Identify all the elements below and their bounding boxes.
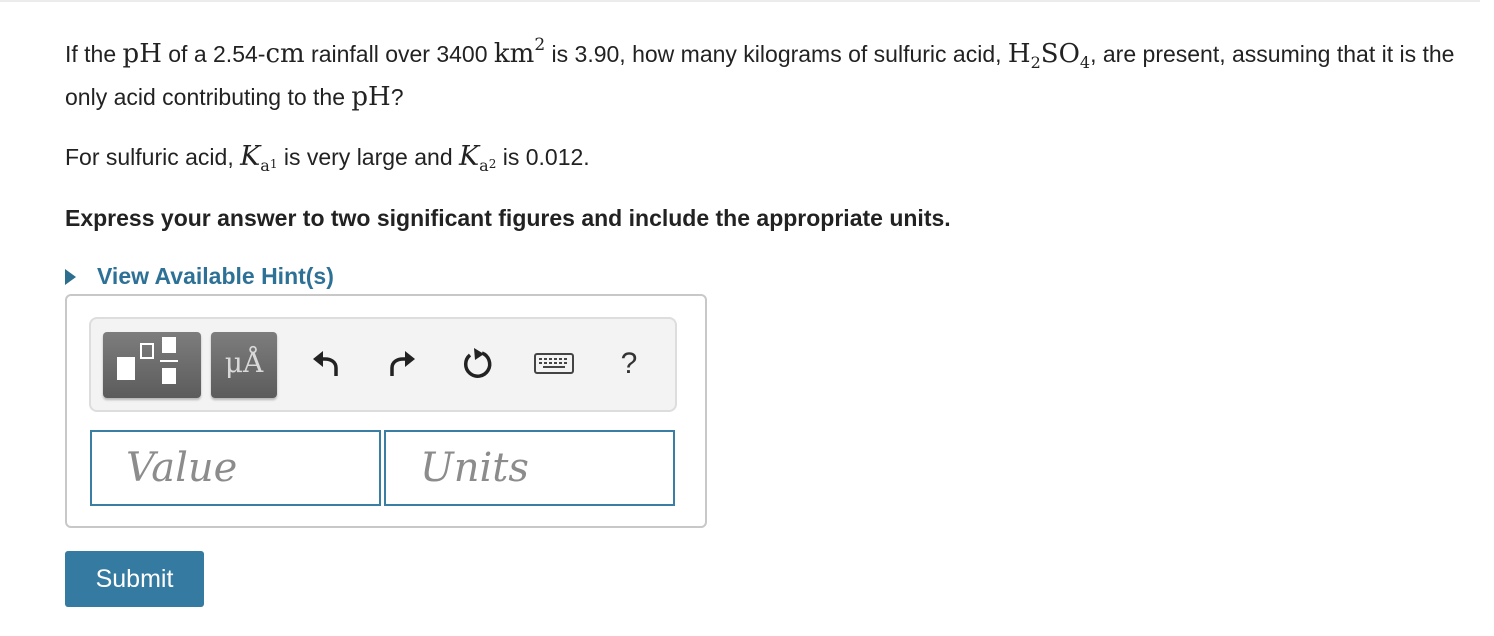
templates-icon: [117, 337, 178, 384]
km-exponent: 2: [534, 35, 546, 55]
ka1-symbol: K: [240, 141, 261, 172]
keyboard-icon: [534, 353, 574, 374]
ka-statement: For sulfuric acid, Ka1 is very large and…: [65, 140, 1465, 183]
ka2-subscript: a: [479, 156, 489, 175]
units-icon: μÅ: [224, 346, 264, 379]
keyboard-button[interactable]: [534, 341, 574, 387]
submit-button[interactable]: Submit: [65, 551, 204, 607]
formula-h: H: [1007, 39, 1031, 69]
question-text-part: If the: [65, 41, 123, 67]
redo-button[interactable]: [381, 341, 421, 387]
value-placeholder: Value: [126, 445, 238, 491]
ph-symbol: pH: [122, 39, 162, 69]
view-hints-label[interactable]: View Available Hint(s): [97, 263, 334, 290]
ka-text-part: is 0.012.: [496, 144, 590, 170]
reset-button[interactable]: [458, 341, 498, 387]
undo-icon: [313, 351, 338, 376]
km-unit: km: [493, 39, 535, 69]
question-text: If the pH of a 2.54-cm rainfall over 340…: [65, 28, 1465, 114]
top-divider: [0, 0, 1480, 2]
ka-text-part: For sulfuric acid,: [65, 144, 241, 170]
ka-text-part: is very large and: [277, 144, 459, 170]
view-hints-toggle[interactable]: View Available Hint(s): [65, 263, 1465, 290]
answer-panel: μÅ ? Value Units: [65, 294, 707, 528]
formula-so: SO: [1040, 39, 1080, 69]
value-input[interactable]: Value: [90, 430, 381, 506]
redo-icon: [390, 351, 415, 376]
help-icon: ?: [620, 347, 638, 380]
formula-h-subscript: 2: [1030, 53, 1041, 72]
formula-so-subscript: 4: [1079, 53, 1091, 72]
units-input[interactable]: Units: [384, 430, 675, 506]
question-text-part: rainfall over 3400: [304, 41, 494, 67]
ka2-symbol: K: [459, 141, 480, 172]
question-text-part: is 3.90, how many kilograms of sulfuric …: [545, 41, 1008, 67]
question-text-part: of a 2.54-: [161, 41, 266, 67]
help-button[interactable]: ?: [609, 341, 649, 387]
question-content: If the pH of a 2.54-cm rainfall over 340…: [65, 28, 1465, 290]
undo-button[interactable]: [307, 341, 347, 387]
ph-symbol: pH: [351, 82, 391, 112]
ka1-subscript: a: [260, 156, 270, 175]
units-placeholder: Units: [420, 445, 529, 491]
templates-button[interactable]: [103, 332, 201, 398]
reset-icon: [463, 348, 492, 378]
units-button[interactable]: μÅ: [211, 332, 277, 398]
question-text-part: ?: [390, 84, 404, 110]
caret-right-icon: [65, 268, 76, 285]
cm-unit: cm: [265, 39, 305, 69]
math-toolbar: μÅ ?: [89, 317, 677, 412]
answer-instruction: Express your answer to two significant f…: [65, 205, 951, 231]
